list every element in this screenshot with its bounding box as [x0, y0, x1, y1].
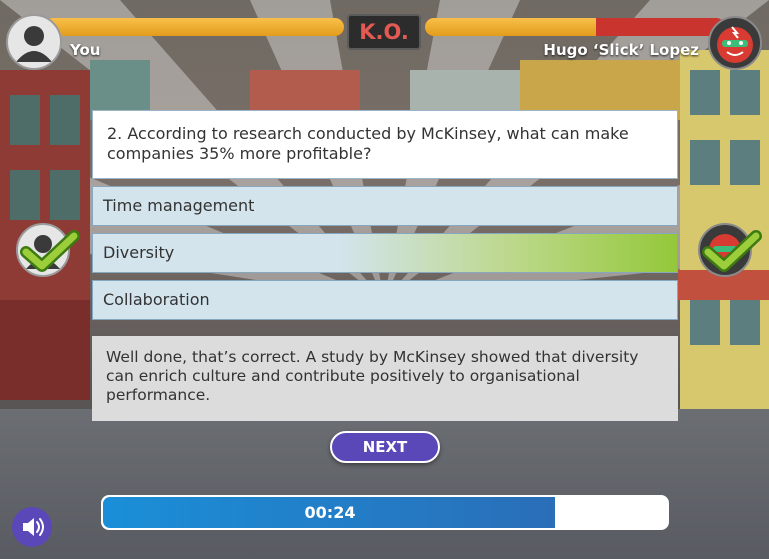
answer-option-2[interactable]: Diversity: [92, 233, 678, 273]
opponent-health-bar: [425, 18, 725, 36]
next-button[interactable]: NEXT: [330, 431, 440, 463]
timer-label: 00:24: [304, 503, 356, 522]
answer-option-3[interactable]: Collaboration: [92, 280, 678, 320]
ko-badge: K.O.: [347, 14, 421, 50]
player-health-fill: [44, 18, 344, 36]
player-avatar: [6, 14, 62, 70]
player-health-bar: [44, 18, 344, 36]
opponent-name: Hugo ‘Slick’ Lopez: [543, 41, 699, 59]
opponent-avatar: [708, 16, 762, 70]
player-name: You: [70, 41, 101, 59]
timer-bar: 00:24: [101, 495, 669, 530]
opponent-check-icon: [702, 230, 762, 272]
game-stage: You K.O. Hugo ‘Slick’ Lopez 2. According…: [0, 0, 769, 559]
answer-option-1[interactable]: Time management: [92, 186, 678, 226]
opponent-health-fill: [425, 18, 596, 36]
sound-toggle-button[interactable]: [12, 507, 52, 547]
question-text: 2. According to research conducted by Mc…: [92, 110, 678, 179]
feedback-text: Well done, that’s correct. A study by Mc…: [92, 336, 678, 421]
player-check-icon: [20, 230, 80, 272]
speaker-icon: [23, 518, 44, 536]
